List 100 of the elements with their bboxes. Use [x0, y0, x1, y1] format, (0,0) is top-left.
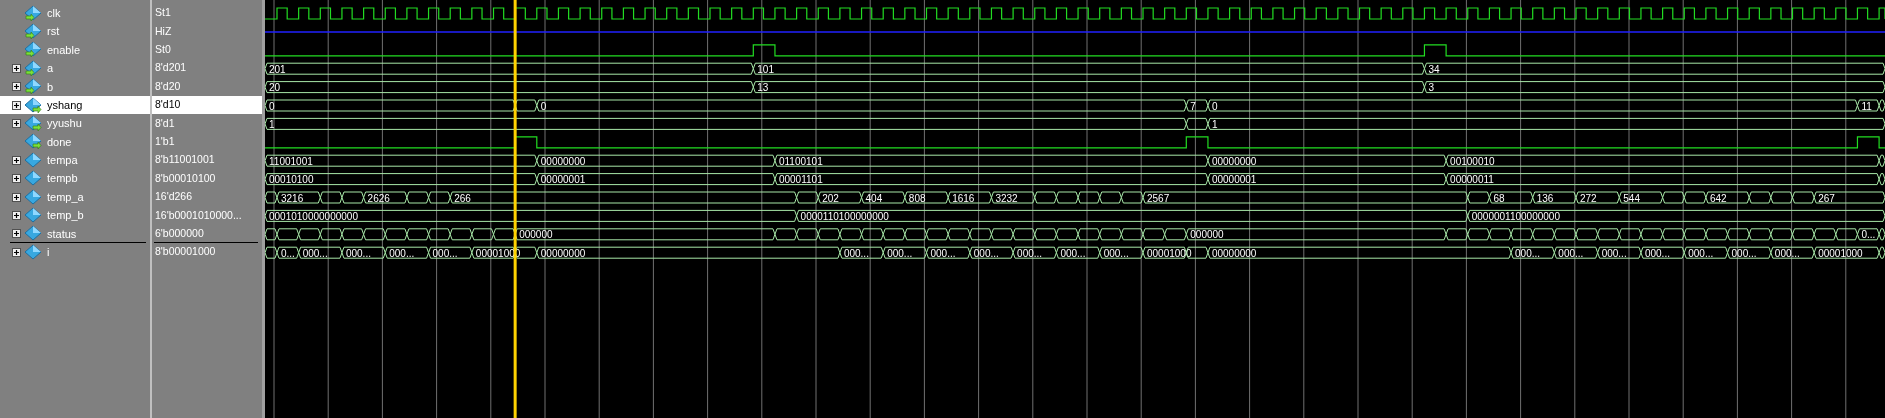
- signal-value: 8'b00001000: [155, 244, 216, 260]
- waveform-value: 0001010000000000: [269, 210, 358, 222]
- waveform-value: 00000000: [1211, 155, 1257, 167]
- signal-name[interactable]: yshang: [47, 96, 83, 114]
- signal-value: 8'b00010100: [155, 170, 216, 186]
- waveform-segment: [1662, 228, 1685, 241]
- signal-row[interactable]: temp_a: [0, 187, 150, 207]
- waveform-value: 3: [1428, 82, 1434, 94]
- waveform-value: 000...: [973, 247, 999, 259]
- waveform-value: 000...: [1688, 247, 1714, 259]
- waveform-value: 000...: [1731, 247, 1757, 259]
- waveform-value: 1: [269, 118, 275, 130]
- waveform-value: 201: [269, 63, 286, 75]
- signal-row[interactable]: enable: [0, 40, 150, 60]
- waveform-segment: [796, 228, 819, 241]
- signal-name[interactable]: status: [47, 225, 77, 243]
- signal-row[interactable]: clk: [0, 4, 150, 23]
- signal-name[interactable]: clk: [47, 4, 61, 22]
- waveform-value: 0000110100000000: [800, 210, 889, 222]
- signal-row[interactable]: tempb: [0, 169, 150, 188]
- signal-name[interactable]: tempb: [47, 170, 78, 187]
- waveform-segment: [363, 228, 386, 241]
- waveform-segment: [1770, 191, 1793, 204]
- signal-row[interactable]: i: [0, 243, 150, 262]
- waveform-segment: [1553, 228, 1577, 241]
- signal-row[interactable]: tempa: [0, 151, 150, 170]
- waveform-value: 20: [269, 82, 281, 94]
- signal-row[interactable]: a: [0, 59, 150, 78]
- waveform-segment: [1813, 228, 1837, 241]
- waveform-value: 202: [822, 192, 839, 204]
- signal-name[interactable]: tempa: [47, 152, 78, 169]
- waveform-segment: [1055, 191, 1079, 204]
- waveform-value: 544: [1623, 192, 1640, 204]
- waveform-value: 00000011: [1450, 174, 1494, 186]
- waveform-value: 000...: [1601, 247, 1627, 259]
- signal-name[interactable]: temp_b: [47, 207, 84, 224]
- waveform-segment: [861, 228, 884, 241]
- signal-row[interactable]: status: [0, 224, 150, 244]
- waveform-value: 000...: [930, 247, 956, 259]
- expand-icon[interactable]: [12, 155, 21, 165]
- waveform-value: 1: [1211, 118, 1218, 130]
- signal-name[interactable]: i: [47, 244, 50, 261]
- expand-icon[interactable]: [12, 211, 21, 220]
- waveform-value: 000...: [1017, 247, 1043, 259]
- signal-row[interactable]: yyushu: [0, 114, 150, 133]
- waveform-value: 0: [1211, 100, 1218, 112]
- waveform-value: 00010100: [269, 174, 314, 186]
- signal-value: 16'b0001010000...: [155, 207, 242, 223]
- signal-value: 16'd266: [155, 189, 193, 205]
- expand-icon[interactable]: [12, 247, 21, 257]
- waveform-value: 000...: [345, 247, 371, 259]
- waveform-value: 00000001: [1211, 174, 1257, 186]
- waveform-segment: [904, 228, 927, 241]
- waveform-segment: [1705, 228, 1729, 241]
- signal-row[interactable]: temp_b: [0, 206, 150, 225]
- waveform-segment: [969, 228, 992, 241]
- signal-value: 6'b000000: [155, 226, 204, 241]
- expand-icon[interactable]: [12, 82, 21, 92]
- waveform-segment: [1120, 228, 1144, 241]
- waveform-segment: [1510, 228, 1534, 241]
- signal-name[interactable]: b: [47, 78, 54, 95]
- waveform-segment: [1077, 191, 1101, 204]
- expand-icon[interactable]: [12, 119, 21, 129]
- signal-row[interactable]: yshang: [0, 95, 150, 115]
- signal-name[interactable]: rst: [47, 23, 60, 40]
- signal-row[interactable]: done: [0, 132, 150, 152]
- waveform-value: 01100101: [778, 155, 823, 167]
- waveform-value: 11001001: [269, 155, 313, 167]
- expand-icon[interactable]: [12, 192, 21, 202]
- signal-row[interactable]: b: [0, 77, 150, 96]
- waveform-value: 000...: [389, 247, 415, 259]
- signal-name[interactable]: enable: [47, 41, 81, 59]
- waveform-value: 0: [540, 100, 547, 112]
- waveform-segment: [471, 228, 494, 241]
- waveform-segment: [341, 228, 365, 241]
- expand-icon[interactable]: [12, 229, 21, 239]
- waveform-segment: [1597, 228, 1620, 241]
- waveform-segment: [926, 228, 949, 241]
- signal-name[interactable]: a: [47, 60, 54, 77]
- signal-row[interactable]: rst: [0, 22, 150, 41]
- waveform-segment: [1034, 228, 1057, 241]
- expand-icon[interactable]: [12, 174, 21, 184]
- waveform-segment: [406, 228, 430, 241]
- waveform-value: 34: [1428, 63, 1440, 75]
- expand-icon[interactable]: [12, 63, 21, 73]
- waveform-segment: [1467, 228, 1490, 241]
- signal-name[interactable]: yyushu: [47, 115, 82, 132]
- signal-value: 8'd201: [155, 60, 187, 76]
- waveform-value: 000...: [1103, 247, 1129, 259]
- waveform-segment: [1618, 228, 1642, 241]
- waveform-value: 136: [1536, 192, 1554, 204]
- waveform-segment: [1575, 228, 1599, 241]
- waveform-value: 7: [1190, 100, 1196, 112]
- signal-name[interactable]: temp_a: [47, 188, 84, 206]
- waveform-segment: [817, 228, 841, 241]
- waveform-value: 000000: [1190, 229, 1224, 241]
- signal-name[interactable]: done: [47, 133, 72, 151]
- waveform-value: 000...: [1774, 247, 1800, 259]
- waveform-value: 000...: [887, 247, 913, 259]
- expand-icon[interactable]: [12, 100, 21, 110]
